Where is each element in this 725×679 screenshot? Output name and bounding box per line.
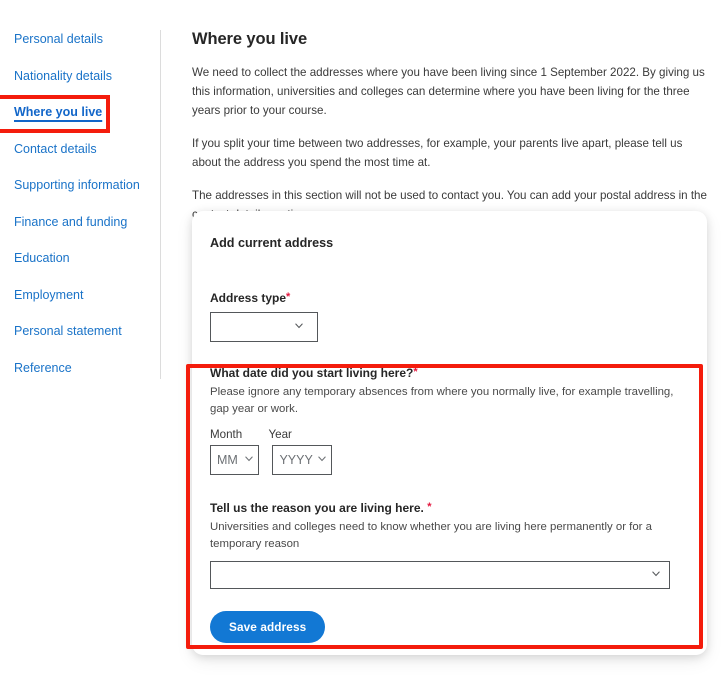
month-field: Month MM — [210, 428, 259, 475]
page-root: Personal details Nationality details Whe… — [0, 0, 725, 679]
required-asterisk: * — [286, 291, 291, 303]
section-navigation: Personal details Nationality details Whe… — [0, 31, 160, 396]
sidebar-item-nationality-details[interactable]: Nationality details — [14, 68, 160, 84]
sidebar-item-employment[interactable]: Employment — [14, 287, 160, 303]
address-type-label: Address type* — [210, 291, 689, 305]
intro-paragraph-1: We need to collect the addresses where y… — [192, 66, 705, 117]
required-asterisk: * — [413, 366, 418, 378]
sidebar-item-reference[interactable]: Reference — [14, 360, 160, 376]
year-label: Year — [268, 428, 292, 441]
start-date-label-text: What date did you start living here? — [210, 366, 414, 380]
month-select[interactable]: MM — [210, 445, 259, 475]
reason-field: Tell us the reason you are living here. … — [210, 501, 689, 589]
reason-select[interactable] — [210, 561, 670, 589]
sidebar-item-finance-and-funding[interactable]: Finance and funding — [14, 214, 160, 230]
month-label: Month — [210, 428, 243, 441]
sidebar-item-supporting-information[interactable]: Supporting information — [14, 177, 160, 193]
year-select[interactable]: YYYY — [272, 445, 333, 475]
start-date-label: What date did you start living here?* — [210, 366, 689, 380]
sidebar-item-contact-details[interactable]: Contact details — [14, 141, 160, 157]
sidebar-divider — [160, 30, 161, 379]
chevron-down-icon — [652, 570, 660, 578]
sidebar-item-where-you-live[interactable]: Where you live — [14, 104, 160, 120]
start-date-field: What date did you start living here?* Pl… — [210, 366, 689, 475]
sidebar-item-personal-details[interactable]: Personal details — [14, 31, 160, 47]
reason-label-text: Tell us the reason you are living here. — [210, 501, 424, 515]
add-current-address-card: Add current address Address type* What d… — [192, 211, 707, 655]
address-type-field: Address type* — [210, 291, 689, 342]
card-title: Add current address — [210, 236, 334, 250]
year-value: YYYY — [279, 453, 313, 467]
intro-paragraph-2: If you split your time between two addre… — [192, 137, 683, 169]
page-title: Where you live — [192, 30, 308, 48]
save-address-button[interactable]: Save address — [210, 611, 326, 643]
month-value: MM — [217, 453, 238, 467]
sidebar-item-personal-statement[interactable]: Personal statement — [14, 323, 160, 339]
year-field: Year YYYY — [268, 428, 333, 475]
address-type-label-text: Address type — [210, 291, 287, 305]
address-type-select[interactable] — [210, 312, 318, 342]
reason-help-text: Universities and colleges need to know w… — [210, 521, 652, 550]
sidebar-item-education[interactable]: Education — [14, 250, 160, 266]
required-asterisk: * — [427, 501, 432, 513]
chevron-down-icon — [295, 322, 303, 330]
reason-label: Tell us the reason you are living here. … — [210, 501, 689, 515]
start-date-inputs: Month MM Year YYYY — [210, 428, 689, 475]
start-date-help-text: Please ignore any temporary absences fro… — [210, 386, 674, 415]
main-content: Where you live We need to collect the ad… — [192, 30, 712, 224]
